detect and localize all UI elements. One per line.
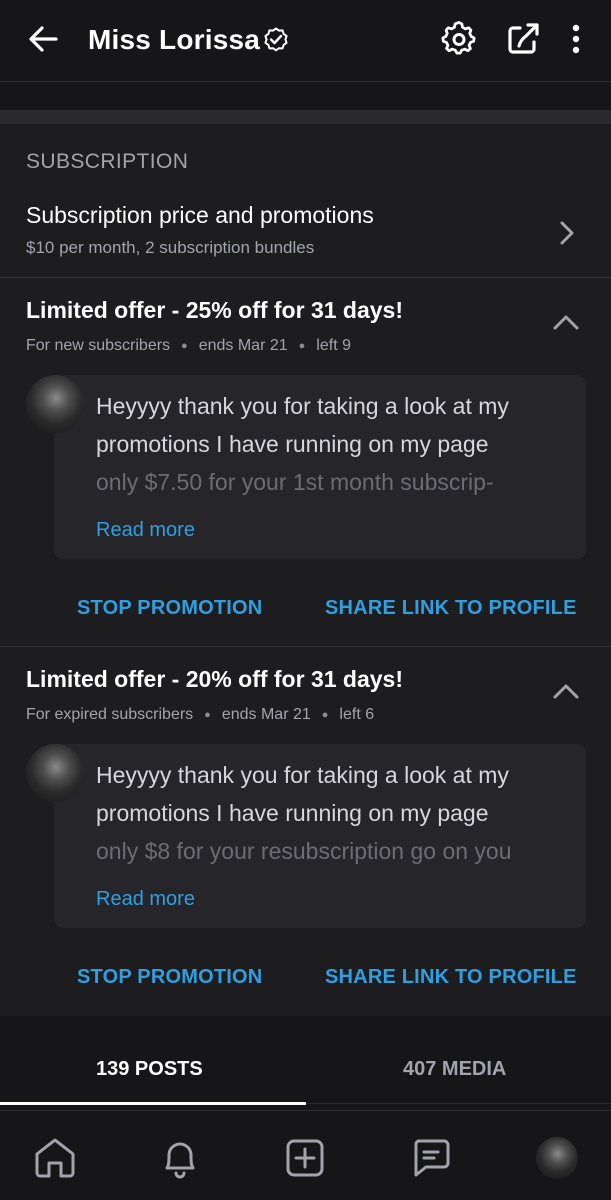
promotion-meta: For new subscribers ● ends Mar 21 ● left…: [26, 337, 351, 355]
share-link-to-profile-button[interactable]: SHARE LINK TO PROFILE: [325, 597, 577, 620]
bell-icon[interactable]: [157, 1135, 203, 1181]
profile-avatar[interactable]: [536, 1137, 578, 1179]
subscription-row-title: Subscription price and promotions: [26, 202, 374, 228]
separator-dot: ●: [321, 709, 329, 721]
creator-avatar: [26, 375, 84, 433]
subscription-price-row[interactable]: Subscription price and promotions $10 pe…: [0, 188, 611, 278]
active-tab-indicator: [0, 1102, 306, 1105]
separator-dot: ●: [298, 340, 306, 352]
promotion-meta: For expired subscribers ● ends Mar 21 ● …: [26, 706, 374, 724]
promotion-audience: For new subscribers: [26, 337, 171, 354]
promotion-message-bubble: Heyyyy thank you for taking a look at my…: [54, 375, 586, 559]
stop-promotion-button[interactable]: STOP PROMOTION: [77, 966, 262, 989]
read-more-link[interactable]: Read more: [96, 519, 195, 542]
verified-badge-icon: [264, 27, 288, 52]
promotion-message-text: Heyyyy thank you for taking a look at my…: [96, 387, 576, 503]
promotion-end-date: ends Mar 21: [221, 706, 311, 723]
promotion-remaining: left 9: [316, 337, 351, 354]
separator-dot: ●: [181, 340, 188, 352]
profile-tabs: 139 POSTS 407 MEDIA: [0, 1030, 611, 1104]
message-line: Heyyyy thank you for taking a look at my: [96, 393, 509, 419]
promotion-remaining: left 6: [339, 706, 375, 723]
top-app-bar: Miss Lorissa: [0, 0, 611, 82]
add-post-icon[interactable]: [282, 1135, 328, 1181]
read-more-link[interactable]: Read more: [96, 888, 195, 911]
settings-gear-icon[interactable]: [440, 20, 478, 58]
message-line: promotions I have running on my page: [96, 800, 489, 826]
more-vert-icon[interactable]: [556, 20, 596, 58]
tab-posts[interactable]: 139 POSTS: [96, 1058, 203, 1081]
subscription-row-description: $10 per month, 2 subscription bundles: [26, 238, 315, 257]
promotion-title: Limited offer - 20% off for 31 days!: [26, 666, 404, 692]
section-divider-band: [0, 110, 611, 124]
promotion-card: Limited offer - 20% off for 31 days! For…: [0, 648, 611, 1016]
message-line: Heyyyy thank you for taking a look at my: [96, 762, 509, 788]
message-line: only $7.50 for your 1st month subscrip-: [96, 469, 494, 495]
separator-dot: ●: [204, 709, 211, 721]
subscription-section-label: SUBSCRIPTION: [26, 150, 189, 173]
chevron-up-icon[interactable]: [551, 311, 581, 333]
tab-media[interactable]: 407 MEDIA: [403, 1058, 506, 1081]
chevron-right-icon: [560, 221, 574, 245]
profile-title-group: Miss Lorissa: [88, 20, 290, 60]
promotion-title: Limited offer - 25% off for 31 days!: [26, 297, 404, 323]
creator-avatar: [26, 744, 84, 802]
promotion-card: Limited offer - 25% off for 31 days! For…: [0, 279, 611, 647]
share-icon[interactable]: [504, 20, 542, 58]
chevron-up-icon[interactable]: [551, 680, 581, 702]
share-link-to-profile-button[interactable]: SHARE LINK TO PROFILE: [325, 966, 577, 989]
message-line: promotions I have running on my page: [96, 431, 489, 457]
back-arrow-icon[interactable]: [26, 22, 60, 56]
promotion-message-bubble: Heyyyy thank you for taking a look at my…: [54, 744, 586, 928]
home-icon[interactable]: [32, 1135, 78, 1181]
messages-icon[interactable]: [408, 1135, 454, 1181]
promotion-end-date: ends Mar 21: [198, 337, 288, 354]
profile-name: Miss Lorissa: [88, 24, 261, 55]
promotion-message-text: Heyyyy thank you for taking a look at my…: [96, 756, 576, 872]
message-line: only $8 for your resubscription go on yo…: [96, 838, 512, 864]
bottom-navigation: [0, 1110, 611, 1200]
stop-promotion-button[interactable]: STOP PROMOTION: [77, 597, 262, 620]
promotion-audience: For expired subscribers: [26, 706, 194, 723]
